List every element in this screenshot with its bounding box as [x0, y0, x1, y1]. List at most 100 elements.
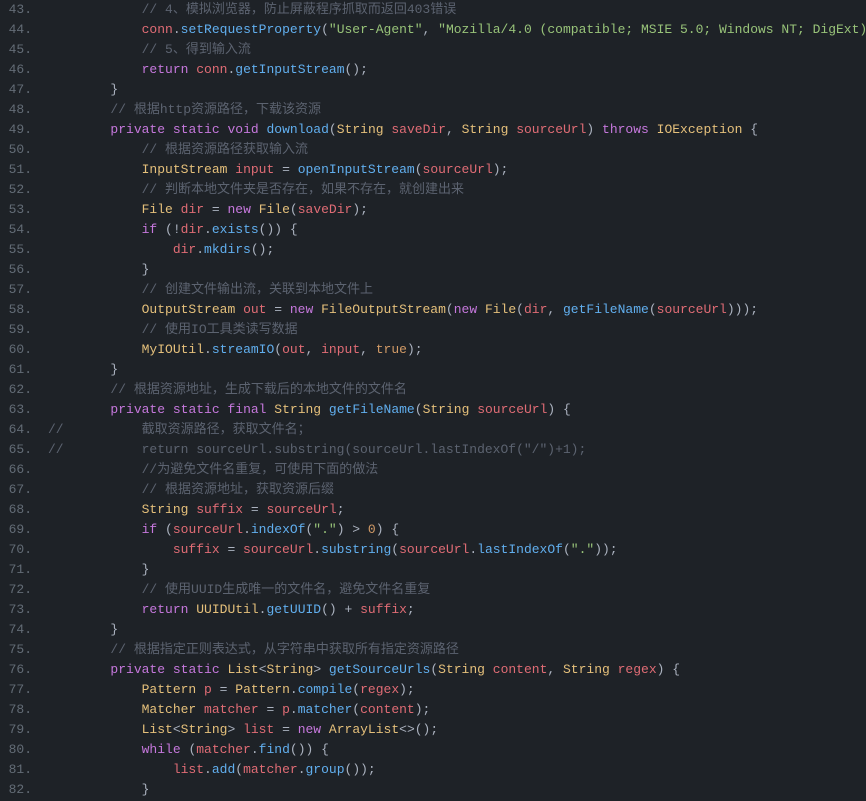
- token-type: String: [438, 662, 485, 677]
- line-number: 70.: [4, 540, 32, 560]
- token-plain: );: [352, 202, 368, 217]
- token-type: Matcher: [142, 702, 197, 717]
- token-fn: getFileName: [329, 402, 415, 417]
- token-fn: find: [259, 742, 290, 757]
- token-plain: );: [493, 162, 509, 177]
- code-line[interactable]: //为避免文件名重复，可使用下面的做法: [48, 460, 866, 480]
- token-var: saveDir: [391, 122, 446, 137]
- code-line[interactable]: File dir = new File(saveDir);: [48, 200, 866, 220]
- token-var: sourceUrl: [243, 542, 313, 557]
- code-line[interactable]: suffix = sourceUrl.substring(sourceUrl.l…: [48, 540, 866, 560]
- token-kw: return: [142, 602, 189, 617]
- token-plain: [48, 522, 142, 537]
- token-type: String: [563, 662, 610, 677]
- token-plain: ,: [547, 662, 563, 677]
- token-cmt: // 判断本地文件夹是否存在，如果不存在，就创建出来: [142, 182, 464, 197]
- token-cmt: // 根据资源地址，获取资源后缀: [142, 482, 334, 497]
- line-number: 67.: [4, 480, 32, 500]
- token-plain: () +: [321, 602, 360, 617]
- code-editor[interactable]: 43.44.45.46.47.48.49.50.51.52.53.54.55.5…: [0, 0, 866, 801]
- code-line[interactable]: }: [48, 80, 866, 100]
- code-line[interactable]: String suffix = sourceUrl;: [48, 500, 866, 520]
- token-plain: <: [259, 662, 267, 677]
- code-line[interactable]: // 5、得到输入流: [48, 40, 866, 60]
- code-line[interactable]: }: [48, 620, 866, 640]
- token-var: suffix: [360, 602, 407, 617]
- code-line[interactable]: // 根据指定正则表达式，从字符串中获取所有指定资源路径: [48, 640, 866, 660]
- code-line[interactable]: MyIOUtil.streamIO(out, input, true);: [48, 340, 866, 360]
- code-line[interactable]: // 根据资源路径获取输入流: [48, 140, 866, 160]
- token-var: sourceUrl: [173, 522, 243, 537]
- token-plain: ()) {: [259, 222, 298, 237]
- code-line[interactable]: return conn.getInputStream();: [48, 60, 866, 80]
- code-line[interactable]: // 创建文件输出流，关联到本地文件上: [48, 280, 866, 300]
- token-plain: [321, 722, 329, 737]
- token-plain: ,: [423, 22, 439, 37]
- token-plain: [48, 722, 142, 737]
- token-plain: .: [313, 542, 321, 557]
- token-plain: }: [48, 82, 118, 97]
- code-line[interactable]: private static void download(String save…: [48, 120, 866, 140]
- code-line[interactable]: // 判断本地文件夹是否存在，如果不存在，就创建出来: [48, 180, 866, 200]
- code-line[interactable]: private static final String getFileName(…: [48, 400, 866, 420]
- token-kw: new: [298, 722, 321, 737]
- token-kw: private: [110, 402, 165, 417]
- code-line[interactable]: list.add(matcher.group());: [48, 760, 866, 780]
- code-line[interactable]: conn.setRequestProperty("User-Agent", "M…: [48, 20, 866, 40]
- token-plain: [165, 122, 173, 137]
- code-line[interactable]: List<String> list = new ArrayList<>();: [48, 720, 866, 740]
- code-line[interactable]: return UUIDUtil.getUUID() + suffix;: [48, 600, 866, 620]
- code-line[interactable]: // 使用UUID生成唯一的文件名，避免文件名重复: [48, 580, 866, 600]
- code-line[interactable]: InputStream input = openInputStream(sour…: [48, 160, 866, 180]
- token-plain: ();: [251, 242, 274, 257]
- token-plain: <>();: [399, 722, 438, 737]
- line-number: 72.: [4, 580, 32, 600]
- line-number: 62.: [4, 380, 32, 400]
- code-line[interactable]: // return sourceUrl.substring(sourceUrl.…: [48, 440, 866, 460]
- token-var: content: [360, 702, 415, 717]
- token-var: input: [235, 162, 274, 177]
- token-plain: [48, 122, 110, 137]
- line-number: 64.: [4, 420, 32, 440]
- code-line[interactable]: private static List<String> getSourceUrl…: [48, 660, 866, 680]
- code-line[interactable]: // 根据资源地址，获取资源后缀: [48, 480, 866, 500]
- code-line[interactable]: }: [48, 360, 866, 380]
- code-line[interactable]: }: [48, 560, 866, 580]
- token-var: dir: [181, 202, 204, 217]
- token-var: conn: [196, 62, 227, 77]
- token-cmt: // 根据资源地址，生成下载后的本地文件的文件名: [110, 382, 406, 397]
- code-line[interactable]: if (sourceUrl.indexOf(".") > 0) {: [48, 520, 866, 540]
- token-kw: if: [142, 522, 158, 537]
- token-type: String: [274, 402, 321, 417]
- line-number: 68.: [4, 500, 32, 520]
- token-plain: =: [274, 722, 297, 737]
- token-plain: [251, 202, 259, 217]
- code-area[interactable]: // 4、模拟浏览器，防止屏蔽程序抓取而返回403错误 conn.setRequ…: [40, 0, 866, 801]
- code-line[interactable]: Matcher matcher = p.matcher(content);: [48, 700, 866, 720]
- code-line[interactable]: Pattern p = Pattern.compile(regex);: [48, 680, 866, 700]
- token-plain: [48, 382, 110, 397]
- token-kw: void: [227, 122, 258, 137]
- code-line[interactable]: dir.mkdirs();: [48, 240, 866, 260]
- code-line[interactable]: // 根据http资源路径，下载该资源: [48, 100, 866, 120]
- code-line[interactable]: // 4、模拟浏览器，防止屏蔽程序抓取而返回403错误: [48, 0, 866, 20]
- line-number: 73.: [4, 600, 32, 620]
- token-cmt: // 5、得到输入流: [142, 42, 251, 57]
- code-line[interactable]: }: [48, 780, 866, 800]
- code-line[interactable]: // 使用IO工具类读写数据: [48, 320, 866, 340]
- code-line[interactable]: }: [48, 260, 866, 280]
- token-plain: .: [251, 742, 259, 757]
- token-kw: new: [290, 302, 313, 317]
- token-type: List: [142, 722, 173, 737]
- code-line[interactable]: while (matcher.find()) {: [48, 740, 866, 760]
- token-plain: .: [298, 762, 306, 777]
- code-line[interactable]: // 根据资源地址，生成下载后的本地文件的文件名: [48, 380, 866, 400]
- token-plain: {: [742, 122, 758, 137]
- token-plain: (: [274, 342, 282, 357]
- code-line[interactable]: // 截取资源路径，获取文件名；: [48, 420, 866, 440]
- code-line[interactable]: OutputStream out = new FileOutputStream(…: [48, 300, 866, 320]
- code-line[interactable]: if (!dir.exists()) {: [48, 220, 866, 240]
- line-number: 81.: [4, 760, 32, 780]
- line-number: 82.: [4, 780, 32, 800]
- token-type: String: [267, 662, 314, 677]
